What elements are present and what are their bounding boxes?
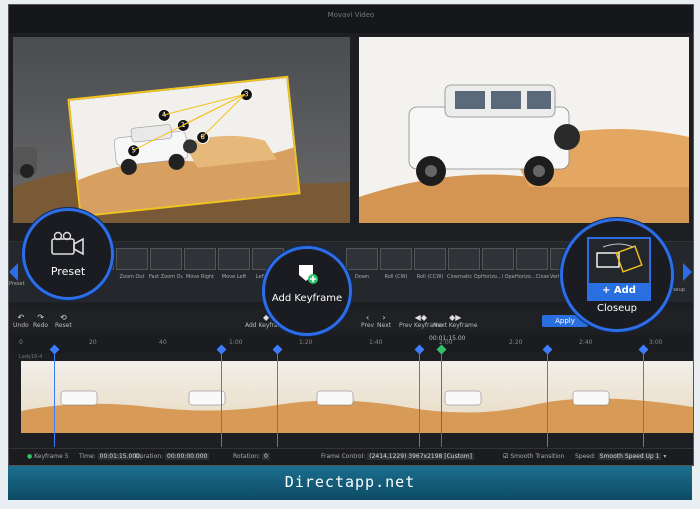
preset-callout-label: Preset xyxy=(50,265,86,278)
effect-thumb xyxy=(414,248,446,270)
effect-thumb xyxy=(346,248,378,270)
source-preview[interactable]: 4 1 6 5 3 xyxy=(13,37,350,223)
playhead-time: 00:01:15.00 xyxy=(429,335,466,342)
ruler-tick: 40 xyxy=(159,339,167,346)
ruler-tick: 2:20 xyxy=(509,339,523,346)
next-button[interactable]: › Next xyxy=(377,313,391,329)
effect-thumb xyxy=(218,248,250,270)
effect-thumb xyxy=(380,248,412,270)
status-bar: ● Keyframe 5 Time: 00:01:15.000 Duration… xyxy=(9,448,693,465)
undo-button[interactable]: ↶ Undo xyxy=(13,313,29,329)
side-preset-label: Preset xyxy=(9,281,25,287)
output-preview xyxy=(359,37,689,223)
effect-fast-zoom-out[interactable]: Fast Zoom Out xyxy=(149,248,183,294)
keyframe-line xyxy=(643,347,644,447)
effect-move-left[interactable]: Move Left xyxy=(217,248,251,294)
reset-icon: ⟲ xyxy=(60,313,67,322)
track-name: Lady16-4 xyxy=(19,354,43,360)
chevron-down-icon: ▾ xyxy=(663,453,667,460)
effect-thumb xyxy=(482,248,514,270)
prev-button[interactable]: ‹ Prev xyxy=(361,313,374,329)
closeup-callout-label: Closeup xyxy=(597,303,637,314)
watermark-text: Directapp.net xyxy=(284,473,416,491)
add-keyframe-icon xyxy=(299,265,318,284)
ruler-tick: 0 xyxy=(19,339,23,346)
effect-roll-ccw[interactable]: Roll (CCW) xyxy=(413,248,447,294)
effect-thumb xyxy=(184,248,216,270)
ruler-tick: 3:00 xyxy=(649,339,663,346)
crop-frame[interactable]: 4 1 6 5 3 xyxy=(67,75,301,218)
effect-thumb xyxy=(516,248,548,270)
ruler-tick: 20 xyxy=(89,339,97,346)
chevron-left-icon: ‹ xyxy=(365,313,370,322)
preset-callout[interactable]: Preset xyxy=(22,208,114,300)
output-preview-image xyxy=(359,37,689,223)
keyframe-line xyxy=(221,347,222,447)
next-keyframe-button[interactable]: ◆▶ Next Keyframe xyxy=(433,313,478,329)
closeup-effect-tile[interactable]: + Add xyxy=(587,237,651,301)
title-bar: Movavi Video xyxy=(9,5,693,33)
redo-icon: ↷ xyxy=(37,313,44,322)
watermark-banner: Directapp.net xyxy=(8,466,692,500)
effect-horizontal-close[interactable]: Horizo...Close xyxy=(515,248,549,294)
checkbox-icon: ☑ xyxy=(503,453,509,460)
duration-field[interactable]: Duration: 00:00:00.000 xyxy=(135,453,210,460)
keyframe-line xyxy=(277,347,278,447)
closeup-callout[interactable]: + Add Closeup xyxy=(560,218,674,332)
video-camera-icon xyxy=(51,231,84,256)
playhead-line[interactable] xyxy=(441,347,442,447)
chevron-right-icon: › xyxy=(382,313,386,322)
speed-select[interactable]: Speed: Smooth Speed Up 1 ▾ xyxy=(575,453,666,460)
add-keyframe-callout-label: Add Keyframe xyxy=(271,293,343,304)
keyframe-path xyxy=(132,93,246,151)
effect-thumb xyxy=(150,248,182,270)
ruler-tick: 1:40 xyxy=(369,339,383,346)
effect-thumb xyxy=(116,248,148,270)
keyframe-line xyxy=(419,347,420,447)
video-track[interactable] xyxy=(21,361,693,433)
effect-roll-cw[interactable]: Roll (CW) xyxy=(379,248,413,294)
keyframe-line xyxy=(547,347,548,447)
smooth-transition-checkbox[interactable]: ☑ Smooth Transition xyxy=(503,453,564,460)
frame-control-field[interactable]: Frame Control: (2414,1229) 3967x2198 [Cu… xyxy=(321,453,474,460)
ruler-tick: 1:20 xyxy=(299,339,313,346)
scroll-left-icon[interactable] xyxy=(9,263,18,281)
effect-thumb xyxy=(448,248,480,270)
ruler-tick: 2:40 xyxy=(579,339,593,346)
scroll-right-icon[interactable] xyxy=(683,263,692,281)
reset-button[interactable]: ⟲ Reset xyxy=(55,313,72,329)
effect-horizontal-open[interactable]: Horizo...l Open xyxy=(481,248,515,294)
keyframe-label: ● Keyframe 5 xyxy=(27,453,69,460)
closeup-icon xyxy=(596,243,643,273)
dot-icon: ● xyxy=(27,453,33,460)
next-keyframe-icon: ◆▶ xyxy=(449,313,462,322)
window-title: Movavi Video xyxy=(327,11,375,19)
ruler-tick: 1:00 xyxy=(229,339,243,346)
track-thumbnails xyxy=(21,361,693,433)
add-keyframe-callout[interactable]: Add Keyframe xyxy=(262,246,352,336)
effect-move-right[interactable]: Move Right xyxy=(183,248,217,294)
redo-button[interactable]: ↷ Redo xyxy=(33,313,48,329)
undo-icon: ↶ xyxy=(17,313,25,322)
time-field[interactable]: Time: 00:01:15.000 xyxy=(79,453,142,460)
effect-cinematic-open[interactable]: Cinematic Open xyxy=(447,248,481,294)
rotation-field[interactable]: Rotation: 0 xyxy=(233,453,270,460)
keyframe-line xyxy=(54,347,55,447)
effect-zoom-out[interactable]: Zoom Out xyxy=(115,248,149,294)
add-effect-button[interactable]: + Add xyxy=(589,283,649,299)
timeline-ruler[interactable]: 0 20 40 1:00 1:20 1:40 2:00 2:20 2:40 3:… xyxy=(9,335,693,353)
